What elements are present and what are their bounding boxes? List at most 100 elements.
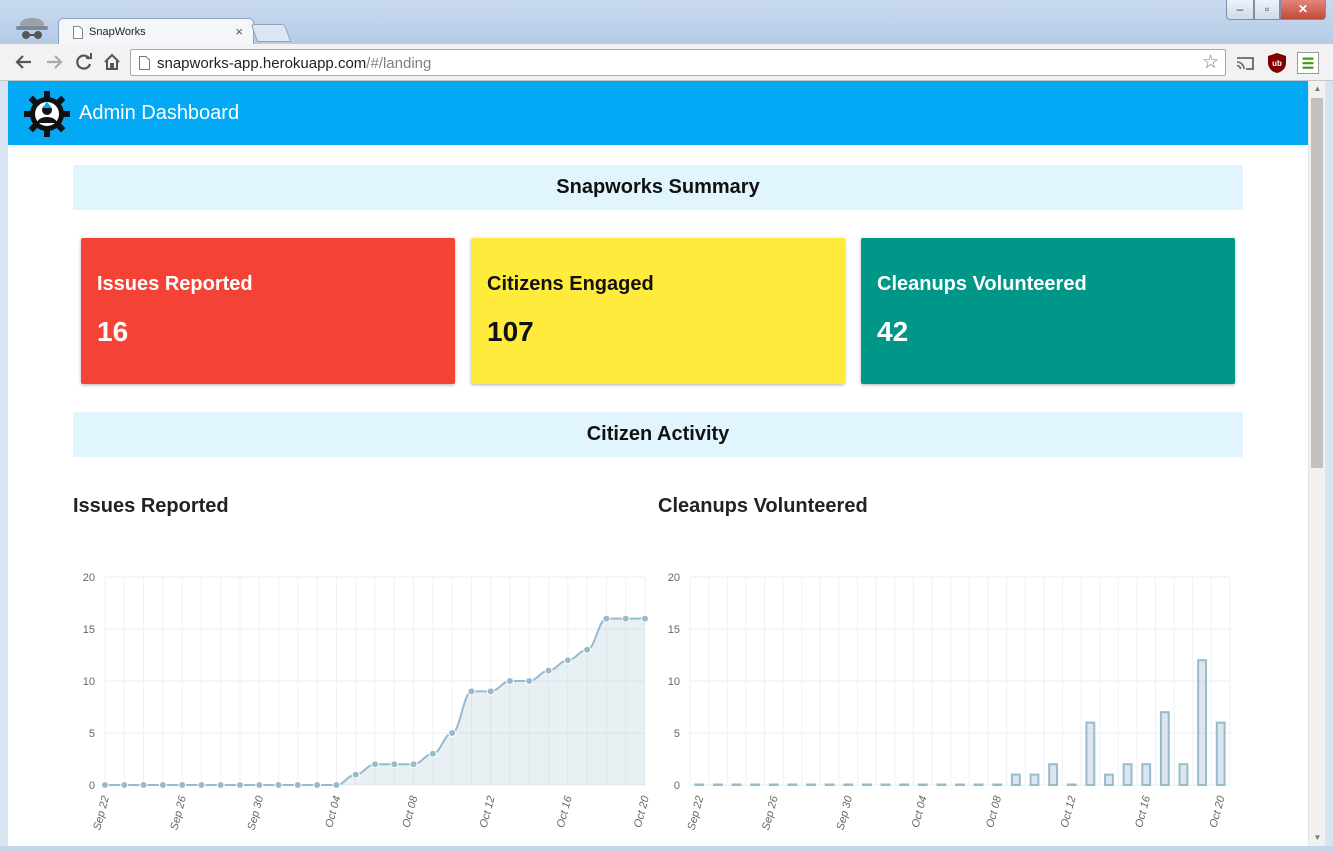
new-tab-button[interactable]	[250, 24, 292, 42]
bar	[936, 783, 947, 786]
bar	[1159, 711, 1170, 786]
url-text: snapworks-app.herokuapp.com/#/landing	[157, 55, 431, 72]
x-tick-label: Sep 22	[686, 795, 707, 832]
data-point	[390, 760, 399, 769]
cleanups-chart-title: Cleanups Volunteered	[658, 495, 868, 517]
home-button[interactable]	[100, 50, 124, 74]
x-tick-label: Oct 12	[478, 795, 498, 829]
bar	[750, 783, 761, 786]
bar	[899, 783, 910, 786]
forward-button[interactable]	[42, 50, 66, 74]
x-tick-label: Oct 20	[1208, 794, 1228, 829]
x-tick-label: Oct 16	[1133, 794, 1153, 829]
x-tick-label: Oct 08	[400, 794, 420, 829]
scrollbar-thumb[interactable]	[1311, 98, 1323, 468]
address-bar[interactable]: snapworks-app.herokuapp.com/#/landing ☆	[130, 49, 1226, 76]
bar	[731, 783, 742, 786]
bar	[992, 783, 1003, 786]
close-window-button[interactable]: ✕	[1280, 0, 1326, 20]
bar	[787, 783, 798, 786]
data-point	[486, 687, 495, 696]
browser-tab[interactable]: SnapWorks ×	[58, 18, 254, 45]
data-point	[351, 770, 360, 779]
x-tick-label: Sep 26	[168, 794, 189, 832]
data-point	[120, 781, 129, 789]
bar	[880, 783, 891, 786]
x-tick-label: Oct 12	[1059, 795, 1079, 829]
tab-close-icon[interactable]: ×	[235, 24, 243, 39]
maximize-icon: ▫	[1264, 2, 1270, 16]
x-tick-label: Sep 30	[246, 794, 267, 832]
y-tick-label: 20	[668, 572, 680, 584]
scroll-down-icon[interactable]: ▼	[1309, 830, 1326, 846]
bar	[1010, 773, 1021, 787]
y-tick-label: 10	[668, 676, 680, 688]
data-point	[409, 760, 418, 769]
data-point	[101, 781, 109, 789]
data-point	[641, 614, 649, 623]
bar	[1178, 763, 1189, 786]
data-point	[448, 729, 457, 737]
bookmark-star-icon[interactable]: ☆	[1202, 51, 1219, 74]
bar	[1085, 721, 1096, 787]
issues-reported-card: Issues Reported 16	[81, 238, 455, 384]
back-button[interactable]	[12, 50, 36, 74]
data-point	[525, 677, 534, 685]
close-icon: ✕	[1297, 2, 1309, 16]
data-point	[332, 781, 341, 789]
bar	[955, 783, 965, 786]
x-tick-label: Oct 04	[910, 795, 930, 829]
data-point	[563, 656, 572, 665]
scroll-up-icon[interactable]: ▲	[1309, 81, 1326, 97]
bar	[1066, 783, 1077, 786]
card-value: 42	[877, 316, 909, 347]
bar	[861, 783, 872, 786]
y-tick-label: 15	[668, 624, 680, 636]
data-point	[158, 781, 167, 789]
data-point	[621, 614, 630, 623]
data-point	[274, 781, 283, 789]
bar	[694, 783, 705, 786]
back-icon	[15, 55, 31, 69]
bar	[1029, 773, 1040, 787]
page-icon	[139, 56, 150, 70]
card-value: 16	[97, 316, 129, 347]
citizens-engaged-card: Citizens Engaged 107	[471, 238, 845, 384]
data-point	[139, 781, 148, 789]
browser-toolbar: snapworks-app.herokuapp.com/#/landing ☆ …	[0, 44, 1333, 81]
cleanups-volunteered-chart: 0 5 10 15 20 Sep 22 Sep 26 Sep 30 Oct 04 Oct 08 Oc…	[668, 572, 1231, 832]
tab-title: SnapWorks	[89, 26, 146, 38]
bar	[1104, 773, 1114, 787]
card-label: Cleanups Volunteered	[877, 273, 1087, 295]
bar	[973, 783, 984, 786]
vertical-scrollbar[interactable]: ▲ ▼	[1308, 81, 1325, 846]
activity-heading: Citizen Activity	[73, 412, 1243, 457]
bar	[824, 783, 835, 786]
y-tick-label: 0	[674, 780, 680, 792]
card-label: Citizens Engaged	[487, 273, 654, 295]
data-point	[583, 645, 592, 654]
data-point	[544, 666, 553, 675]
data-point	[255, 781, 264, 789]
menu-icon[interactable]	[1297, 52, 1319, 74]
bar	[1122, 763, 1133, 786]
window-frame-bottom	[0, 846, 1333, 852]
data-point	[216, 781, 225, 789]
data-point	[467, 687, 476, 696]
reload-button[interactable]	[72, 50, 96, 74]
x-tick-label: Oct 20	[632, 794, 652, 829]
forward-icon	[47, 55, 63, 69]
page-icon	[73, 26, 83, 39]
x-tick-label: Sep 22	[91, 795, 112, 832]
ublock-icon[interactable]: ub	[1266, 52, 1288, 74]
bar	[806, 783, 816, 786]
minimize-icon: –	[1236, 2, 1244, 16]
maximize-button[interactable]: ▫	[1254, 0, 1280, 20]
y-tick-label: 5	[674, 728, 680, 740]
issues-chart-title: Issues Reported	[73, 495, 229, 517]
bar	[1141, 763, 1152, 786]
minimize-button[interactable]: –	[1226, 0, 1254, 20]
issues-reported-chart: 0 5 10 15 20 Sep 22 Sep 26 Sep 30 Oct 04 Oct 08 Oc…	[83, 572, 652, 832]
cast-icon[interactable]	[1234, 52, 1256, 74]
data-point	[178, 781, 187, 789]
